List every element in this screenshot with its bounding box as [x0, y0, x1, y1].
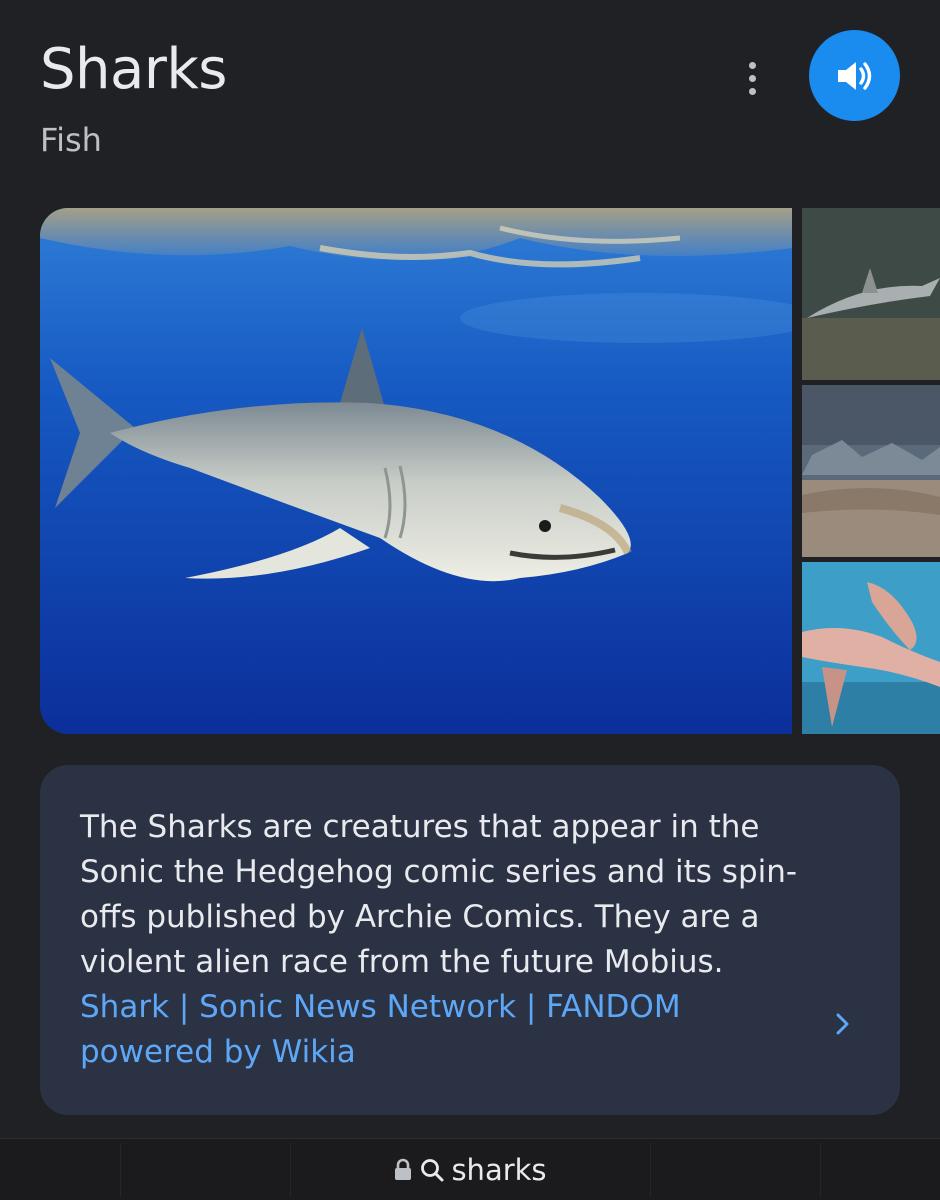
- search-icon: [421, 1159, 444, 1182]
- page-subtitle: Fish: [40, 121, 102, 159]
- side-shark-image-1[interactable]: [802, 208, 940, 380]
- great-white-shark-photo: [40, 208, 792, 734]
- source-link[interactable]: Shark | Sonic News Network | FANDOM powe…: [80, 985, 780, 1075]
- page-title: Sharks: [40, 37, 227, 102]
- listen-button[interactable]: [809, 30, 900, 121]
- more-vert-icon: [748, 61, 756, 69]
- volume-up-icon: [837, 61, 871, 90]
- chevron-right-icon[interactable]: [830, 1011, 856, 1037]
- more-vert-icon-dot: [748, 87, 756, 95]
- shark-near-seafloor-photo: [802, 208, 940, 380]
- description-text: The Sharks are creatures that appear in …: [80, 809, 798, 980]
- description-card[interactable]: The Sharks are creatures that appear in …: [40, 765, 900, 1115]
- url-display[interactable]: sharks: [0, 1139, 940, 1200]
- main-shark-image[interactable]: [40, 208, 792, 734]
- image-carousel: [40, 208, 940, 734]
- side-shark-image-3[interactable]: [802, 562, 940, 734]
- knowledge-panel-screen: Sharks Fish The Sharks are creatures tha…: [0, 0, 940, 1200]
- side-shark-image-2[interactable]: [802, 385, 940, 557]
- address-bar[interactable]: sharks: [0, 1138, 940, 1200]
- flat-shark-photo: [802, 385, 940, 557]
- lock-icon: [395, 1158, 412, 1180]
- hammerhead-shark-photo: [802, 562, 940, 734]
- more-options-button[interactable]: [728, 54, 776, 102]
- more-vert-icon-dot: [748, 74, 756, 82]
- search-query: sharks: [451, 1153, 547, 1187]
